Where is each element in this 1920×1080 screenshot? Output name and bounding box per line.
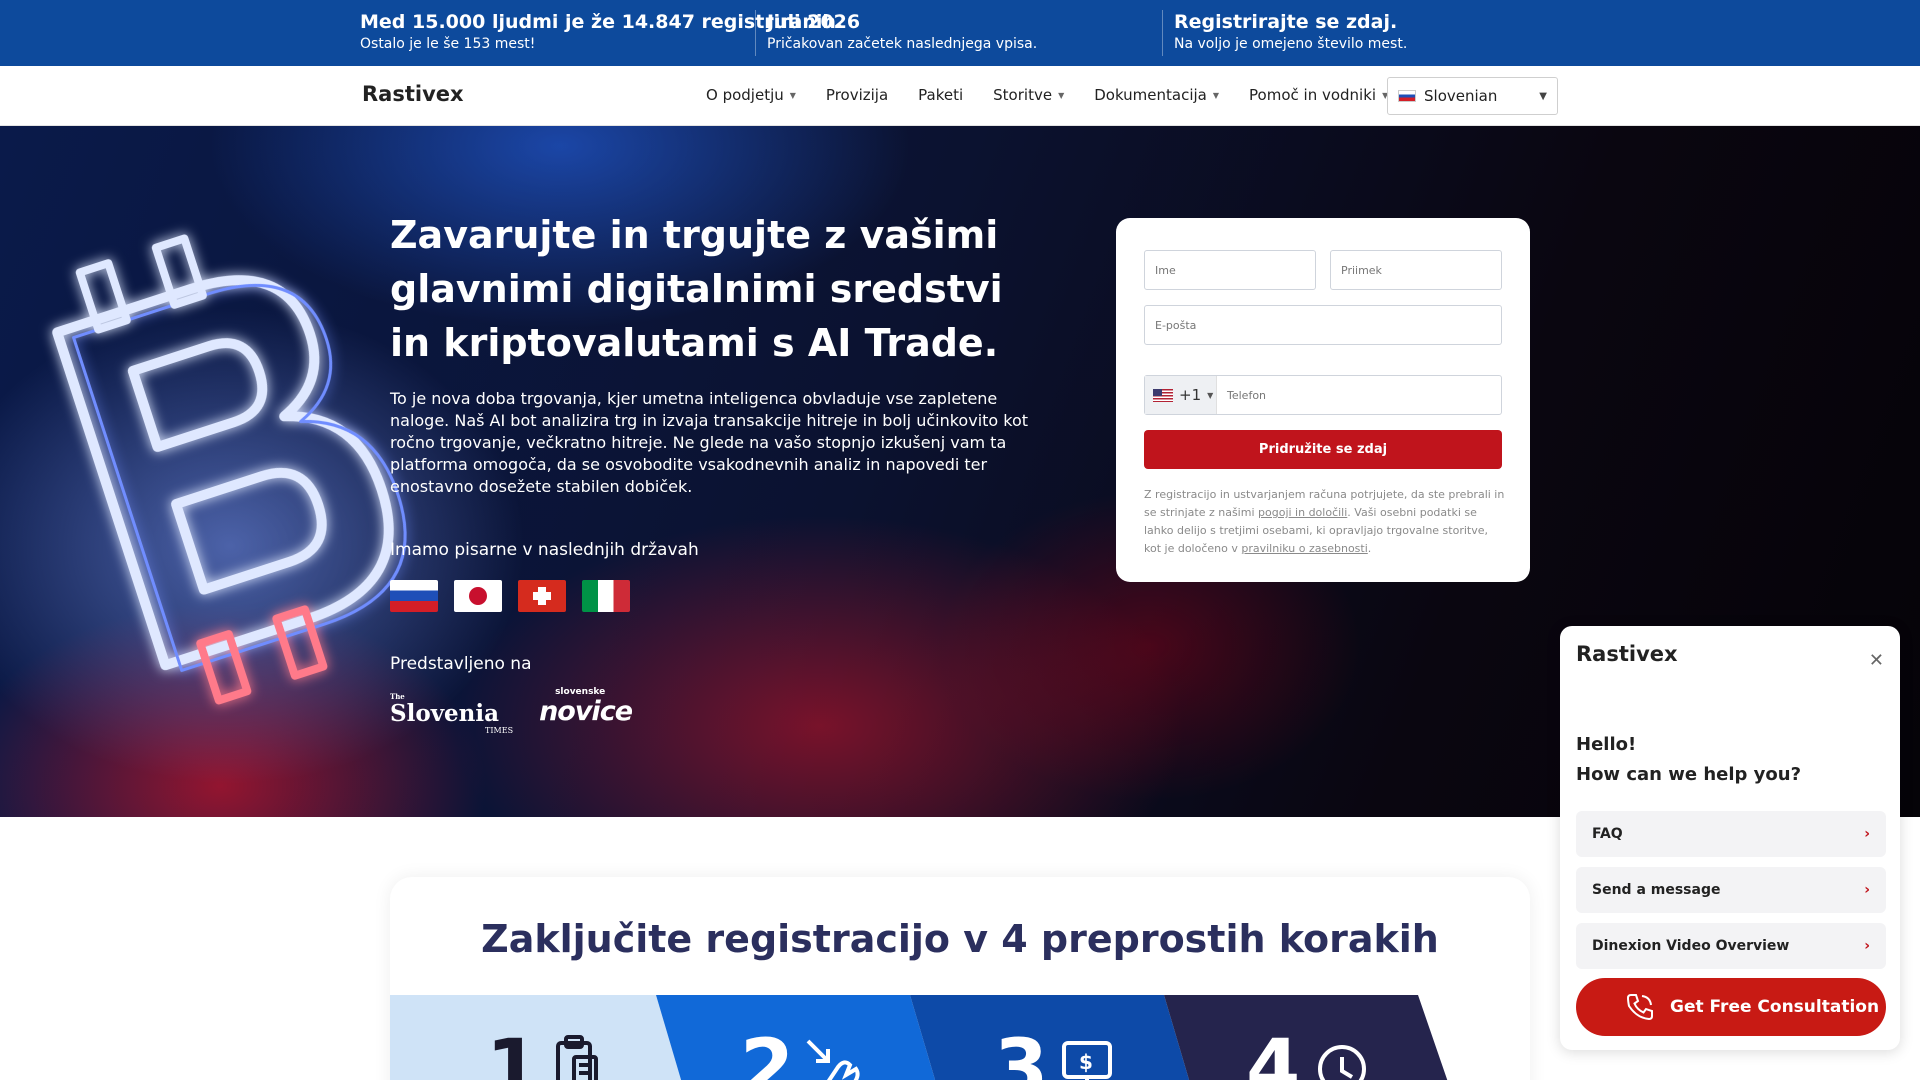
site-logo[interactable]: Rastivex: [362, 82, 464, 106]
caret-down-icon: ▼: [789, 90, 796, 100]
bitcoin-symbol-icon: [52, 234, 407, 705]
registration-form: Ime Priimek E-pošta +1 ▼ Telefon Pridruž…: [1116, 218, 1530, 582]
slovenske-novice-logo: slovenske novice: [539, 687, 633, 727]
nav-item-label: O podjetju: [706, 86, 784, 104]
legal-notice: Z registracijo in ustvarjanjem računa po…: [1144, 488, 1505, 555]
nav-item-commission[interactable]: Provizija: [826, 86, 888, 104]
register-now-subtitle: Na voljo je omejeno število mest.: [1174, 36, 1408, 52]
office-flags: [390, 580, 630, 612]
country-code-select[interactable]: +1 ▼: [1145, 376, 1217, 414]
divider: [755, 10, 756, 56]
chat-option-send-message[interactable]: Send a message ›: [1576, 867, 1886, 913]
usa-flag-icon: [1153, 388, 1173, 402]
steps-arrows: 1 2 3 4 $: [390, 995, 1448, 1080]
chevron-right-icon: ›: [1864, 826, 1870, 842]
nav-menu: O podjetju ▼ Provizija Paketi Storitve ▼ D…: [706, 86, 1388, 104]
italy-flag-icon: [582, 580, 630, 612]
press-logos: The Slovenia TIMES slovenske novice: [390, 687, 633, 735]
chat-option-faq[interactable]: FAQ ›: [1576, 811, 1886, 857]
switzerland-flag-icon: [518, 580, 566, 612]
step-number-2: 2: [740, 1024, 794, 1080]
country-code: +1: [1179, 386, 1202, 404]
join-now-button[interactable]: Pridružite se zdaj: [1144, 430, 1502, 469]
chat-greeting: Hello! How can we help you?: [1576, 734, 1802, 785]
nav-item-label: Storitve: [993, 86, 1053, 104]
nav-item-help[interactable]: Pomoč in vodniki ▼: [1249, 86, 1388, 104]
top-info-bar: Med 15.000 ljudmi je že 14.847 registrir…: [0, 0, 1920, 66]
slovenia-flag-icon: [390, 580, 438, 612]
nav-item-label: Provizija: [825, 86, 889, 104]
step-number-1: 1: [486, 1024, 540, 1080]
nav-item-about[interactable]: O podjetju ▼: [706, 86, 796, 104]
registration-steps-section: Zaključite registracijo v 4 preprostih k…: [390, 877, 1530, 1080]
close-icon[interactable]: ✕: [1869, 650, 1884, 671]
nav-item-label: Paketi: [918, 86, 964, 104]
main-navigation: Rastivex O podjetju ▼ Provizija Paketi St…: [0, 66, 1920, 126]
nav-item-packages[interactable]: Paketi: [918, 86, 963, 104]
chevron-down-icon: ▼: [1539, 90, 1547, 102]
privacy-link[interactable]: pravilniku o zasebnosti: [1241, 542, 1367, 555]
nav-item-label: Pomoč in vodniki: [1249, 86, 1377, 104]
chat-option-video-overview[interactable]: Dinexion Video Overview ›: [1576, 923, 1886, 969]
language-select[interactable]: Slovenian ▼: [1387, 77, 1558, 115]
next-enrollment-title: Juli 2026: [767, 11, 861, 33]
featured-label: Predstavljeno na: [390, 654, 532, 674]
chat-brand: Rastivex: [1576, 642, 1678, 666]
step-2-arrow: [656, 995, 936, 1080]
register-now-info: Registrirajte se zdaj. Na voljo je omeje…: [1174, 10, 1407, 56]
phone-placeholder: Telefon: [1227, 388, 1267, 402]
register-now-title: Registrirajte se zdaj.: [1174, 11, 1398, 33]
hero-title: Zavarujte in trgujte z vašimi glavnimi d…: [390, 213, 1003, 365]
next-enrollment-info: Juli 2026 Pričakovan začetek naslednjega…: [767, 10, 1037, 56]
step-number-3: 3: [994, 1024, 1048, 1080]
language-label: Slovenian: [1424, 87, 1498, 105]
phone-field[interactable]: +1 ▼ Telefon: [1144, 375, 1502, 415]
steps-title: Zaključite registracijo v 4 preprostih k…: [481, 917, 1439, 961]
caret-down-icon: ▼: [1207, 390, 1214, 400]
first-name-field[interactable]: Ime: [1144, 250, 1316, 290]
nav-item-documentation[interactable]: Dokumentacija ▼: [1094, 86, 1219, 104]
next-enrollment-subtitle: Pričakovan začetek naslednjega vpisa.: [767, 36, 1038, 52]
divider: [1162, 10, 1163, 56]
japan-flag-icon: [454, 580, 502, 612]
slovenia-flag-icon: [1398, 90, 1416, 102]
slovenia-times-logo: The Slovenia TIMES: [390, 692, 514, 735]
caret-down-icon: ▼: [1058, 90, 1065, 100]
step-4-arrow: [1164, 995, 1448, 1080]
step-1-arrow: [390, 995, 682, 1080]
svg-text:$: $: [1079, 1050, 1093, 1074]
offices-label: Imamo pisarne v naslednjih državah: [390, 540, 699, 560]
phone-icon: [1626, 994, 1653, 1021]
nav-item-services[interactable]: Storitve ▼: [993, 86, 1064, 104]
chevron-right-icon: ›: [1864, 938, 1870, 954]
chevron-right-icon: ›: [1864, 882, 1870, 898]
cta-label: Get Free Consultation: [1670, 997, 1880, 1017]
email-field[interactable]: E-pošta: [1144, 305, 1502, 345]
free-consultation-button[interactable]: Get Free Consultation: [1576, 978, 1886, 1036]
hero-description: To je nova doba trgovanja, kjer umetna i…: [390, 389, 1029, 496]
step-3-arrow: [910, 995, 1190, 1080]
terms-link[interactable]: pogoji in določili: [1258, 506, 1347, 519]
step-number-4: 4: [1246, 1024, 1300, 1080]
last-name-field[interactable]: Priimek: [1330, 250, 1502, 290]
caret-down-icon: ▼: [1212, 90, 1220, 100]
chat-widget: Rastivex ✕ Hello! How can we help you? F…: [1560, 626, 1900, 1050]
nav-item-label: Dokumentacija: [1094, 86, 1207, 104]
